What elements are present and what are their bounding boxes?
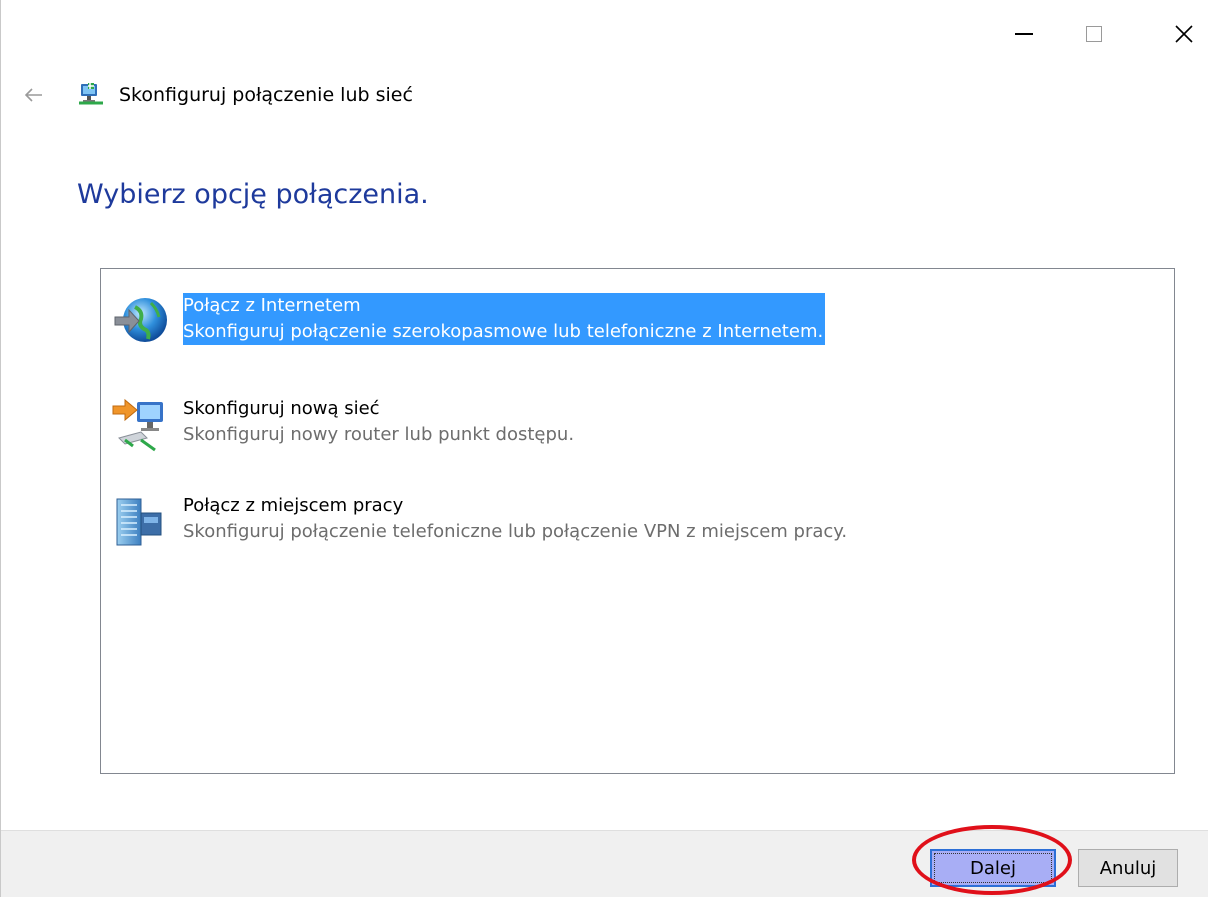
maximize-button[interactable] [1074,14,1114,54]
maximize-icon [1086,26,1102,42]
option-description: Skonfiguruj połączenie telefoniczne lub … [183,521,848,542]
next-button[interactable]: Dalej [930,849,1056,887]
option-description: Skonfiguruj nowy router lub punkt dostęp… [183,424,575,445]
option-title: Połącz z Internetem [183,295,361,316]
option-text: Połącz z Internetem Skonfiguruj połączen… [183,293,826,345]
option-text: Połącz z miejscem pracy Skonfiguruj połą… [183,493,847,545]
setup-connection-window: Skonfiguruj połączenie lub sieć Wybierz … [0,0,1208,897]
page-heading: Wybierz opcję połączenia. [77,179,429,210]
minimize-icon [1015,33,1033,35]
option-title: Skonfiguruj nową sieć [183,398,380,419]
globe-icon [114,298,167,342]
option-title: Połącz z miejscem pracy [183,495,404,516]
router-icon [112,398,163,452]
option-connect-workplace[interactable]: Połącz z miejscem pracy Skonfiguruj połą… [101,493,1174,563]
workplace-icon [116,498,162,546]
close-icon [1175,25,1193,43]
window-title: Skonfiguruj połączenie lub sieć [119,84,413,106]
option-connect-internet[interactable]: Połącz z Internetem Skonfiguruj połączen… [101,293,1174,363]
option-setup-new-network[interactable]: Skonfiguruj nową sieć Skonfiguruj nowy r… [101,396,1174,466]
connection-options-list[interactable]: Połącz z Internetem Skonfiguruj połączen… [100,268,1175,774]
back-arrow-icon [25,88,42,102]
cancel-button[interactable]: Anuluj [1078,849,1178,887]
network-setup-icon [79,83,103,105]
option-description: Skonfiguruj połączenie szerokopasmowe lu… [183,321,824,342]
back-button[interactable] [19,80,49,110]
close-button[interactable] [1164,14,1204,54]
minimize-button[interactable] [1004,14,1044,54]
option-text: Skonfiguruj nową sieć Skonfiguruj nowy r… [183,396,574,448]
